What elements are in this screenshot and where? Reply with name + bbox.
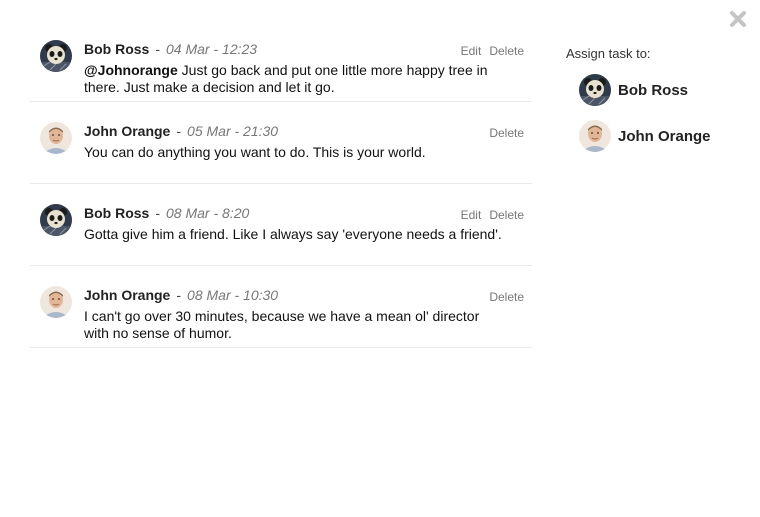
close-icon bbox=[730, 11, 746, 27]
edit-button[interactable]: Edit bbox=[461, 44, 482, 58]
comment-date: 08 Mar - 10:30 bbox=[187, 287, 279, 303]
comment-text: @Johnorange Just go back and put one lit… bbox=[84, 62, 532, 96]
avatar bbox=[40, 122, 72, 154]
assignee-name: Bob Ross bbox=[618, 81, 689, 99]
assign-label: Assign task to: bbox=[566, 46, 651, 61]
comment-text: Gotta give him a friend. Like I always s… bbox=[84, 226, 532, 243]
delete-button[interactable]: Delete bbox=[489, 208, 524, 222]
panda-avatar-icon bbox=[40, 204, 72, 236]
mention-link[interactable]: @Johnorange bbox=[84, 62, 178, 78]
comment-separator: - bbox=[155, 205, 161, 221]
delete-button[interactable]: Delete bbox=[489, 290, 524, 304]
comment-text: I can't go over 30 minutes, because we h… bbox=[84, 308, 532, 342]
comment-text: You can do anything you want to do. This… bbox=[84, 144, 532, 161]
comment-date: 05 Mar - 21:30 bbox=[187, 123, 279, 139]
assign-panel: Assign task to: Bob Ross John Orange bbox=[566, 46, 746, 153]
person-avatar-icon bbox=[40, 286, 72, 318]
comment-date: 08 Mar - 8:20 bbox=[166, 205, 250, 221]
assignee-john-orange[interactable]: John Orange bbox=[566, 119, 746, 153]
avatar bbox=[40, 204, 72, 236]
comment-item: John Orange -08 Mar - 10:30 Delete I can'… bbox=[30, 266, 532, 348]
avatar bbox=[579, 74, 611, 106]
comment-body: I can't go over 30 minutes, because we h… bbox=[84, 308, 480, 341]
comment-author: John Orange bbox=[84, 123, 171, 139]
comment-list: Bob Ross -04 Mar - 12:23 Edit Delete @John… bbox=[30, 28, 532, 348]
delete-button[interactable]: Delete bbox=[489, 126, 524, 140]
comment-actions: Edit Delete bbox=[453, 44, 524, 58]
comment-separator: - bbox=[176, 287, 182, 303]
avatar bbox=[40, 40, 72, 72]
edit-button[interactable]: Edit bbox=[461, 208, 482, 222]
panda-avatar-icon bbox=[579, 74, 611, 106]
comment-actions: Delete bbox=[481, 126, 524, 140]
person-avatar-icon bbox=[40, 122, 72, 154]
comment-author: Bob Ross bbox=[84, 205, 150, 221]
comment-item: Bob Ross -08 Mar - 8:20 Edit Delete Gotta … bbox=[30, 184, 532, 266]
delete-button[interactable]: Delete bbox=[489, 44, 524, 58]
comment-author: Bob Ross bbox=[84, 41, 150, 57]
person-avatar-icon bbox=[579, 120, 611, 152]
assignee-name: John Orange bbox=[618, 127, 711, 145]
assignee-bob-ross[interactable]: Bob Ross bbox=[566, 73, 746, 107]
comment-actions: Delete bbox=[481, 290, 524, 304]
comment-date: 04 Mar - 12:23 bbox=[166, 41, 258, 57]
close-button[interactable] bbox=[728, 9, 748, 29]
comment-body: You can do anything you want to do. This… bbox=[84, 144, 426, 160]
comment-separator: - bbox=[155, 41, 161, 57]
comment-item: Bob Ross -04 Mar - 12:23 Edit Delete @John… bbox=[30, 28, 532, 102]
comment-separator: - bbox=[176, 123, 182, 139]
comment-actions: Edit Delete bbox=[453, 208, 524, 222]
comment-body: Gotta give him a friend. Like I always s… bbox=[84, 226, 502, 242]
panda-avatar-icon bbox=[40, 40, 72, 72]
comment-author: John Orange bbox=[84, 287, 171, 303]
avatar bbox=[40, 286, 72, 318]
avatar bbox=[579, 120, 611, 152]
comment-item: John Orange -05 Mar - 21:30 Delete You ca… bbox=[30, 102, 532, 184]
